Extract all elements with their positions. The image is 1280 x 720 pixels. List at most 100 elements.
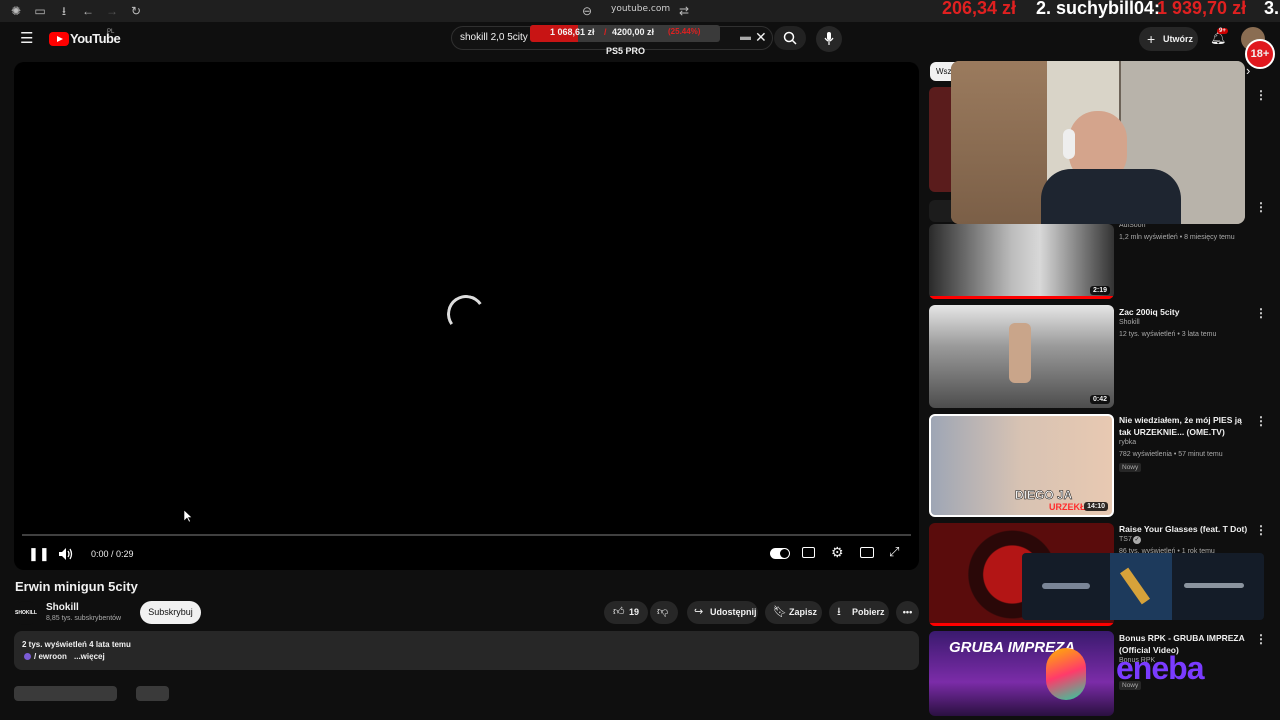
goal-current: 1 068,61 zł — [550, 27, 595, 37]
show-more-link[interactable]: ...więcej — [74, 652, 105, 661]
yt-header: ☰ YouTube PL shokill 2,0 5city ▬ ✕ 1 068… — [0, 22, 1280, 69]
donation-rank: 2. — [1036, 0, 1052, 18]
tune-icon[interactable]: ⇄ — [677, 4, 691, 18]
download-label: Pobierz — [852, 607, 885, 617]
fullscreen-icon[interactable]: ⤢ — [889, 544, 899, 560]
extensions-icon[interactable]: ✺ — [9, 4, 23, 18]
duration-badge: 2:19 — [1089, 286, 1110, 295]
clear-search-icon[interactable]: ✕ — [755, 29, 767, 46]
share-icon: ↪ — [694, 606, 704, 618]
thumbnail-figure — [1009, 323, 1031, 383]
mouse-cursor-icon — [184, 510, 193, 523]
donation-amount: 206,34 zł — [942, 0, 1017, 18]
more-horizontal-icon: ••• — [902, 607, 913, 617]
related-title[interactable]: Raise Your Glasses (feat. T Dot) — [1119, 523, 1254, 535]
subscribe-button[interactable]: Subskrybuj — [140, 601, 201, 624]
address-bar[interactable]: youtube.com — [611, 4, 670, 14]
eneba-logo-icon — [1046, 648, 1086, 700]
more-actions-button[interactable]: ••• — [896, 601, 919, 624]
bookmark-icon: 🔖︎ — [773, 606, 787, 618]
chevron-right-icon[interactable]: › — [1246, 63, 1250, 78]
donation-user-amount: 1 939,70 zł — [1157, 0, 1247, 18]
dislike-button[interactable]: 👎︎ — [650, 601, 678, 624]
download-icon[interactable]: ⭳ — [57, 4, 71, 18]
channel-avatar[interactable]: SHOKILL — [14, 601, 38, 625]
emote-icon — [24, 653, 31, 660]
share-button[interactable]: ↪ Udostępnij — [687, 601, 758, 624]
eneba-brand-text: eneba — [1116, 650, 1204, 686]
back-icon[interactable]: ← — [81, 4, 95, 18]
pause-icon[interactable]: ❚❚ — [28, 546, 50, 562]
video-title: Erwin minigun 5city — [15, 579, 138, 594]
autoplay-knob — [780, 549, 789, 558]
goal-title: PS5 PRO — [606, 46, 646, 56]
related-meta: 782 wyświetlenia • 57 minut temu — [1119, 451, 1223, 458]
donation-user: suchybill04: — [1056, 0, 1161, 18]
youtube-logo-icon[interactable] — [49, 32, 69, 46]
forward-icon[interactable]: → — [105, 4, 119, 18]
video-player[interactable]: ❚❚ 0:00 / 0:29 ⚙ ⤢ — [14, 62, 919, 570]
time-display: 0:00 / 0:29 — [91, 549, 134, 559]
description-text: / ewroon — [34, 652, 67, 661]
site-info-icon[interactable]: ⊖ — [580, 4, 594, 18]
share-label: Udostępnij — [710, 607, 757, 617]
next-rank: 3. — [1264, 0, 1280, 18]
webcam-overlay — [951, 61, 1245, 224]
related-channel[interactable]: TS7 — [1119, 536, 1132, 543]
skeleton-placeholder — [136, 686, 169, 701]
more-vertical-icon[interactable]: ⋮ — [1255, 632, 1267, 646]
cam-person-body — [1041, 169, 1181, 224]
search-button[interactable] — [774, 26, 806, 50]
related-title[interactable]: Nie wiedziałem, że mój PIES ją tak URZEK… — [1119, 414, 1254, 438]
menu-icon[interactable]: ☰ — [20, 29, 33, 47]
more-vertical-icon[interactable]: ⋮ — [1255, 414, 1267, 428]
related-thumbnail[interactable]: 2:19 — [929, 224, 1114, 299]
related-channel[interactable]: rybka — [1119, 439, 1136, 446]
more-vertical-icon[interactable]: ⋮ — [1255, 200, 1267, 214]
more-vertical-icon[interactable]: ⋮ — [1255, 88, 1267, 102]
goal-bar: 1 068,61 zł / 4200,00 zł (25.44%) — [530, 25, 720, 42]
related-meta: 12 tys. wyświetleń • 3 lata temu — [1119, 331, 1217, 338]
volume-icon[interactable] — [58, 547, 73, 561]
sniper-skin-icon — [1184, 583, 1244, 588]
settings-gear-icon[interactable]: ⚙ — [831, 544, 844, 561]
keyboard-icon[interactable]: ▬ — [740, 31, 751, 43]
search-input[interactable]: shokill 2,0 5city — [460, 32, 528, 43]
verified-icon: ✓ — [1133, 536, 1141, 544]
save-label: Zapisz — [789, 607, 818, 617]
download-icon: ⭳ — [837, 606, 841, 618]
plus-icon: + — [1147, 31, 1156, 47]
duration-badge: 0:42 — [1089, 395, 1110, 404]
description-box[interactable]: 2 tys. wyświetleń 4 lata temu / ewroon .… — [14, 631, 919, 670]
related-thumbnail[interactable]: DIEGO JA URZEKŁ 14:10 — [929, 414, 1114, 517]
voice-search-button[interactable] — [816, 26, 842, 52]
download-button[interactable]: ⭳ Pobierz — [829, 601, 889, 624]
related-thumbnail[interactable]: GRUBA IMPREZA — [929, 631, 1114, 716]
region-code: PL — [107, 29, 115, 35]
related-meta: 1,2 mln wyświetleń • 8 miesięcy temu — [1119, 234, 1235, 241]
channel-name[interactable]: Shokill — [46, 602, 79, 613]
sidebar-icon[interactable]: ▭ — [33, 4, 47, 18]
more-vertical-icon[interactable]: ⋮ — [1255, 306, 1267, 320]
thumbs-up-icon: 👍︎ — [613, 606, 625, 618]
skins-overlay — [1022, 553, 1264, 620]
related-thumbnail[interactable]: 0:42 — [929, 305, 1114, 408]
new-badge: Nowy — [1119, 463, 1142, 472]
related-title[interactable]: Zac 200iq 5city — [1119, 306, 1254, 318]
like-button[interactable]: 👍︎ 19 — [604, 601, 648, 624]
related-channel[interactable]: Shokill — [1119, 319, 1140, 326]
more-vertical-icon[interactable]: ⋮ — [1255, 523, 1267, 537]
microphone-icon — [824, 32, 834, 45]
create-button[interactable]: + Utwórz — [1139, 27, 1198, 51]
thumbs-down-icon: 👎︎ — [657, 606, 669, 618]
miniplayer-icon[interactable] — [860, 547, 874, 558]
save-button[interactable]: 🔖︎ Zapisz — [765, 601, 822, 624]
search-icon — [783, 31, 797, 45]
thumbnail-text: DIEGO JA — [1015, 488, 1073, 503]
reload-icon[interactable]: ↻ — [129, 4, 143, 18]
progress-bar[interactable] — [22, 534, 911, 536]
subtitles-icon[interactable] — [802, 547, 815, 558]
goal-percent: (25.44%) — [668, 27, 701, 36]
headphones-icon — [1063, 129, 1075, 159]
view-count-date: 2 tys. wyświetleń 4 lata temu — [22, 640, 131, 649]
